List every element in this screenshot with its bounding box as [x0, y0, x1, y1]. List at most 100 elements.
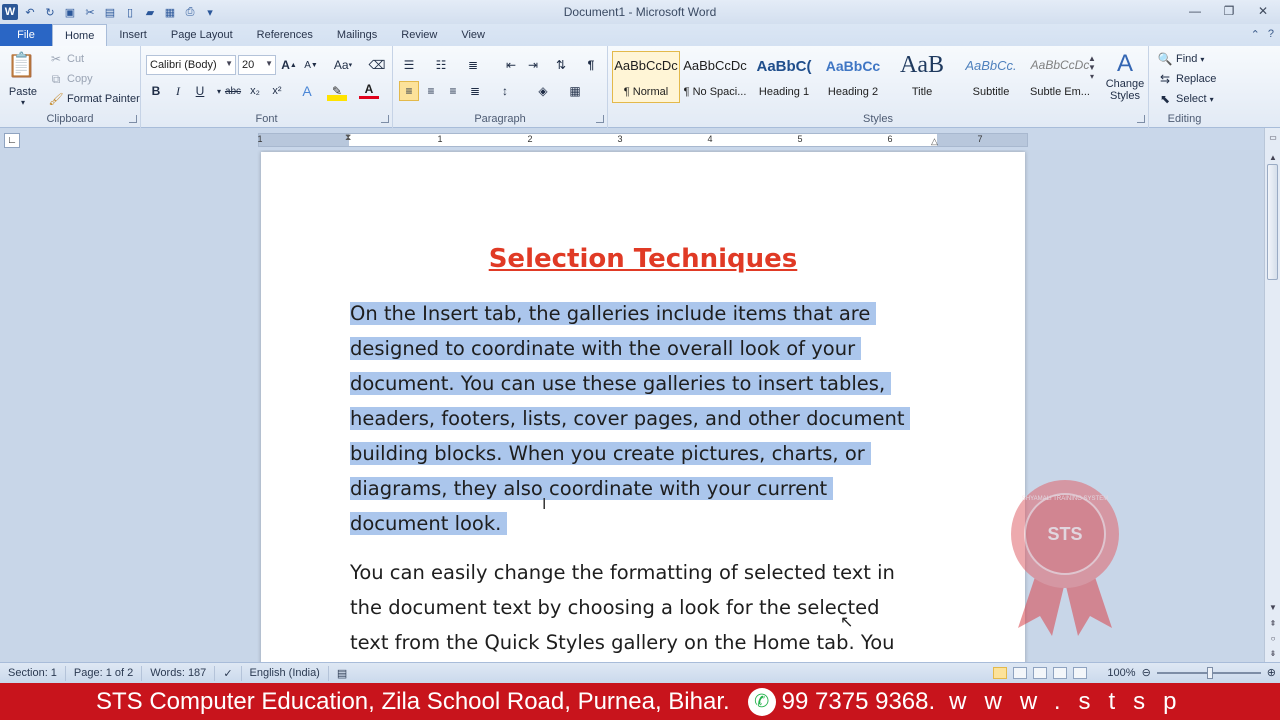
tab-home[interactable]: Home [52, 24, 108, 46]
multilevel-list-icon[interactable]: ≣ [463, 55, 483, 75]
document-page[interactable]: Selection Techniques On the Insert tab, … [261, 152, 1025, 662]
style-heading-1[interactable]: AaBbC( Heading 1 [750, 51, 818, 103]
styles-launcher-icon[interactable] [1137, 115, 1145, 123]
tab-mailings[interactable]: Mailings [325, 24, 389, 46]
underline-button[interactable]: U [190, 81, 210, 101]
minimize-ribbon-icon[interactable]: ⌃ [1251, 28, 1260, 41]
paste-button[interactable]: 📋 Paste ▾ [6, 50, 40, 108]
shrink-font-button[interactable]: A ▼ [301, 55, 321, 75]
section-indicator[interactable]: Section: 1 [0, 665, 66, 681]
decrease-indent-icon[interactable]: ⇤ [501, 55, 521, 75]
justify-icon[interactable]: ≣ [465, 81, 485, 101]
select-button[interactable]: ⬉ Select ▾ [1157, 91, 1214, 107]
print-preview-icon[interactable]: ▦ [162, 4, 178, 20]
page-indicator[interactable]: Page: 1 of 2 [66, 665, 143, 681]
tab-selector-button[interactable]: ∟ [4, 133, 20, 148]
clipboard-launcher-icon[interactable] [129, 115, 137, 123]
outline-view-icon[interactable] [1053, 666, 1068, 679]
bullets-icon[interactable]: ☰ [399, 55, 419, 75]
numbering-icon[interactable]: ☷ [431, 55, 451, 75]
style-subtle-emphasis[interactable]: AaBbCcDc Subtle Em... [1026, 51, 1094, 103]
tab-view[interactable]: View [449, 24, 497, 46]
copy-button[interactable]: ⧉ Copy [48, 71, 93, 87]
customize-qat-icon[interactable]: ▾ [202, 4, 218, 20]
find-button[interactable]: 🔍 Find ▾ [1157, 51, 1205, 67]
style-normal[interactable]: AaBbCcDc ¶ Normal [612, 51, 680, 103]
new-icon[interactable]: ▯ [122, 4, 138, 20]
font-size-combo[interactable]: 20 ▼ [238, 55, 276, 75]
styles-scroll[interactable]: ▲ ▼ ▾ [1088, 54, 1096, 81]
align-left-icon[interactable]: ≡ [399, 81, 419, 101]
macro-record-icon[interactable]: ▤ [329, 666, 355, 681]
paste-qat-icon[interactable]: ▤ [102, 4, 118, 20]
font-name-combo[interactable]: Calibri (Body) ▼ [146, 55, 236, 75]
restore-icon[interactable]: ❐ [1212, 0, 1246, 22]
strikethrough-button[interactable]: abc [223, 81, 243, 101]
shading-icon[interactable]: ◈ [533, 81, 553, 101]
font-color-icon[interactable]: A [359, 81, 379, 99]
zoom-out-icon[interactable]: ⊖ [1142, 666, 1151, 679]
help-icon[interactable]: ? [1268, 28, 1274, 41]
minimize-icon[interactable]: — [1178, 0, 1212, 22]
next-page-icon[interactable]: ⇟ [1266, 646, 1280, 660]
undo-icon[interactable]: ↶ [22, 4, 38, 20]
align-right-icon[interactable]: ≡ [443, 81, 463, 101]
zoom-level[interactable]: 100% [1107, 667, 1135, 679]
full-screen-view-icon[interactable] [1013, 666, 1028, 679]
redo-icon[interactable]: ↻ [42, 4, 58, 20]
open-icon[interactable]: ▰ [142, 4, 158, 20]
tab-review[interactable]: Review [389, 24, 449, 46]
print-icon[interactable]: ⎙ [182, 4, 198, 20]
chevron-down-icon[interactable]: ▼ [1088, 63, 1096, 72]
web-layout-view-icon[interactable] [1033, 666, 1048, 679]
previous-page-icon[interactable]: ⇞ [1266, 616, 1280, 630]
grow-font-button[interactable]: A ▲ [279, 55, 299, 75]
indent-marker-icon[interactable]: ⧗ [345, 132, 351, 143]
style-no-spacing[interactable]: AaBbCcDc ¶ No Spaci... [681, 51, 749, 103]
scroll-up-icon[interactable]: ▲ [1266, 150, 1280, 164]
vertical-scrollbar[interactable]: ▭ ▲ ▼ ⇞ ○ ⇟ [1264, 128, 1280, 662]
selected-paragraph[interactable]: On the Insert tab, the galleries include… [350, 296, 911, 541]
zoom-in-icon[interactable]: ⊕ [1267, 666, 1276, 679]
cut-button[interactable]: ✂ Cut [48, 51, 84, 67]
word-count[interactable]: Words: 187 [142, 665, 216, 681]
format-painter-button[interactable]: 🖌 Format Painter [48, 91, 139, 107]
italic-button[interactable]: I [168, 81, 188, 101]
bold-button[interactable]: B [146, 81, 166, 101]
line-spacing-icon[interactable]: ↕ [495, 81, 515, 101]
subscript-button[interactable]: x₂ [245, 81, 265, 101]
body-paragraph[interactable]: You can easily change the formatting of … [350, 555, 895, 660]
paragraph-launcher-icon[interactable] [596, 115, 604, 123]
change-case-button[interactable]: Aa ▾ [329, 55, 357, 75]
highlight-icon[interactable]: ✎ [327, 81, 347, 101]
tab-file[interactable]: File [0, 24, 52, 46]
draft-view-icon[interactable] [1073, 666, 1088, 679]
browse-object-icon[interactable]: ○ [1266, 631, 1280, 645]
language-indicator[interactable]: English (India) [242, 665, 329, 681]
font-launcher-icon[interactable] [381, 115, 389, 123]
tab-page-layout[interactable]: Page Layout [159, 24, 245, 46]
style-heading-2[interactable]: AaBbCc Heading 2 [819, 51, 887, 103]
paste-dropdown-icon[interactable]: ▾ [21, 98, 25, 107]
right-indent-icon[interactable]: △ [931, 136, 938, 147]
document-title[interactable]: Selection Techniques [261, 244, 1025, 274]
style-title[interactable]: AaB Title [888, 51, 956, 103]
print-layout-view-icon[interactable] [993, 666, 1008, 679]
sort-icon[interactable]: ⇅ [551, 55, 571, 75]
superscript-button[interactable]: x² [267, 81, 287, 101]
change-styles-button[interactable]: A Change Styles [1104, 50, 1146, 102]
close-icon[interactable]: ✕ [1246, 0, 1280, 22]
scroll-thumb[interactable] [1267, 164, 1278, 280]
borders-icon[interactable]: ▦ [565, 81, 585, 101]
show-hide-marks-button[interactable]: ¶ [581, 55, 601, 75]
tab-references[interactable]: References [245, 24, 325, 46]
tab-insert[interactable]: Insert [107, 24, 159, 46]
zoom-slider-thumb[interactable] [1206, 666, 1213, 679]
save-icon[interactable]: ▣ [62, 4, 78, 20]
horizontal-ruler[interactable]: 1 1 2 3 4 5 6 7 ⧗ △ [257, 132, 1028, 147]
align-center-icon[interactable]: ≡ [421, 81, 441, 101]
scroll-down-icon[interactable]: ▼ [1266, 600, 1280, 614]
chevron-up-icon[interactable]: ▲ [1088, 54, 1096, 63]
style-subtitle[interactable]: AaBbCc. Subtitle [957, 51, 1025, 103]
ruler-toggle-icon[interactable]: ▭ [1266, 130, 1280, 144]
